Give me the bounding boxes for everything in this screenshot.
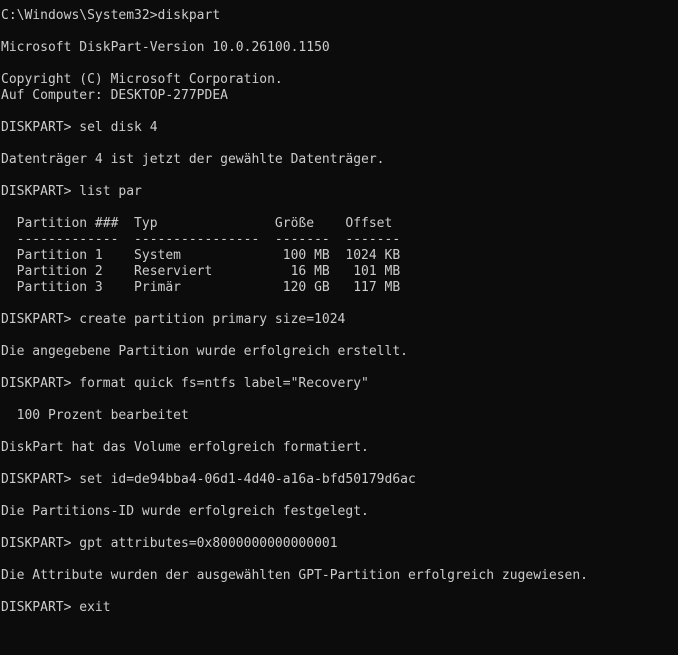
partition-table-row: Partition 1 System 100 MB 1024 KB	[1, 248, 401, 263]
partition-table-header: Partition ### Typ Größe Offset	[1, 216, 393, 231]
partition-table-row: Partition 3 Primär 120 GB 117 MB	[1, 280, 401, 295]
console-line: Microsoft DiskPart-Version 10.0.26100.11…	[1, 40, 330, 55]
partition-table-separator: ------------- ---------------- ------- -…	[1, 232, 401, 247]
console-line: DiskPart hat das Volume erfolgreich form…	[1, 440, 369, 455]
console-line: Datenträger 4 ist jetzt der gewählte Dat…	[1, 152, 385, 167]
partition-table-row: Partition 2 Reserviert 16 MB 101 MB	[1, 264, 401, 279]
terminal-console[interactable]: C:\Windows\System32>diskpart Microsoft D…	[0, 0, 678, 655]
console-line: C:\Windows\System32>diskpart	[1, 8, 221, 23]
command-line: DISKPART> set id=de94bba4-06d1-4d40-a16a…	[1, 472, 416, 487]
console-line: Die angegebene Partition wurde erfolgrei…	[1, 344, 408, 359]
command-line: DISKPART> list par	[1, 184, 142, 199]
console-line: Auf Computer: DESKTOP-277PDEA	[1, 88, 228, 103]
command-line: DISKPART> sel disk 4	[1, 120, 158, 135]
console-line: Copyright (C) Microsoft Corporation.	[1, 72, 283, 87]
console-line: Die Attribute wurden der ausgewählten GP…	[1, 568, 588, 583]
command-line: DISKPART> gpt attributes=0x8000000000000…	[1, 536, 338, 551]
command-line: DISKPART> format quick fs=ntfs label="Re…	[1, 376, 369, 391]
command-line: DISKPART> exit	[1, 600, 111, 615]
command-line: DISKPART> create partition primary size=…	[1, 312, 346, 327]
console-line: 100 Prozent bearbeitet	[1, 408, 189, 423]
console-line: Die Partitions-ID wurde erfolgreich fest…	[1, 504, 369, 519]
